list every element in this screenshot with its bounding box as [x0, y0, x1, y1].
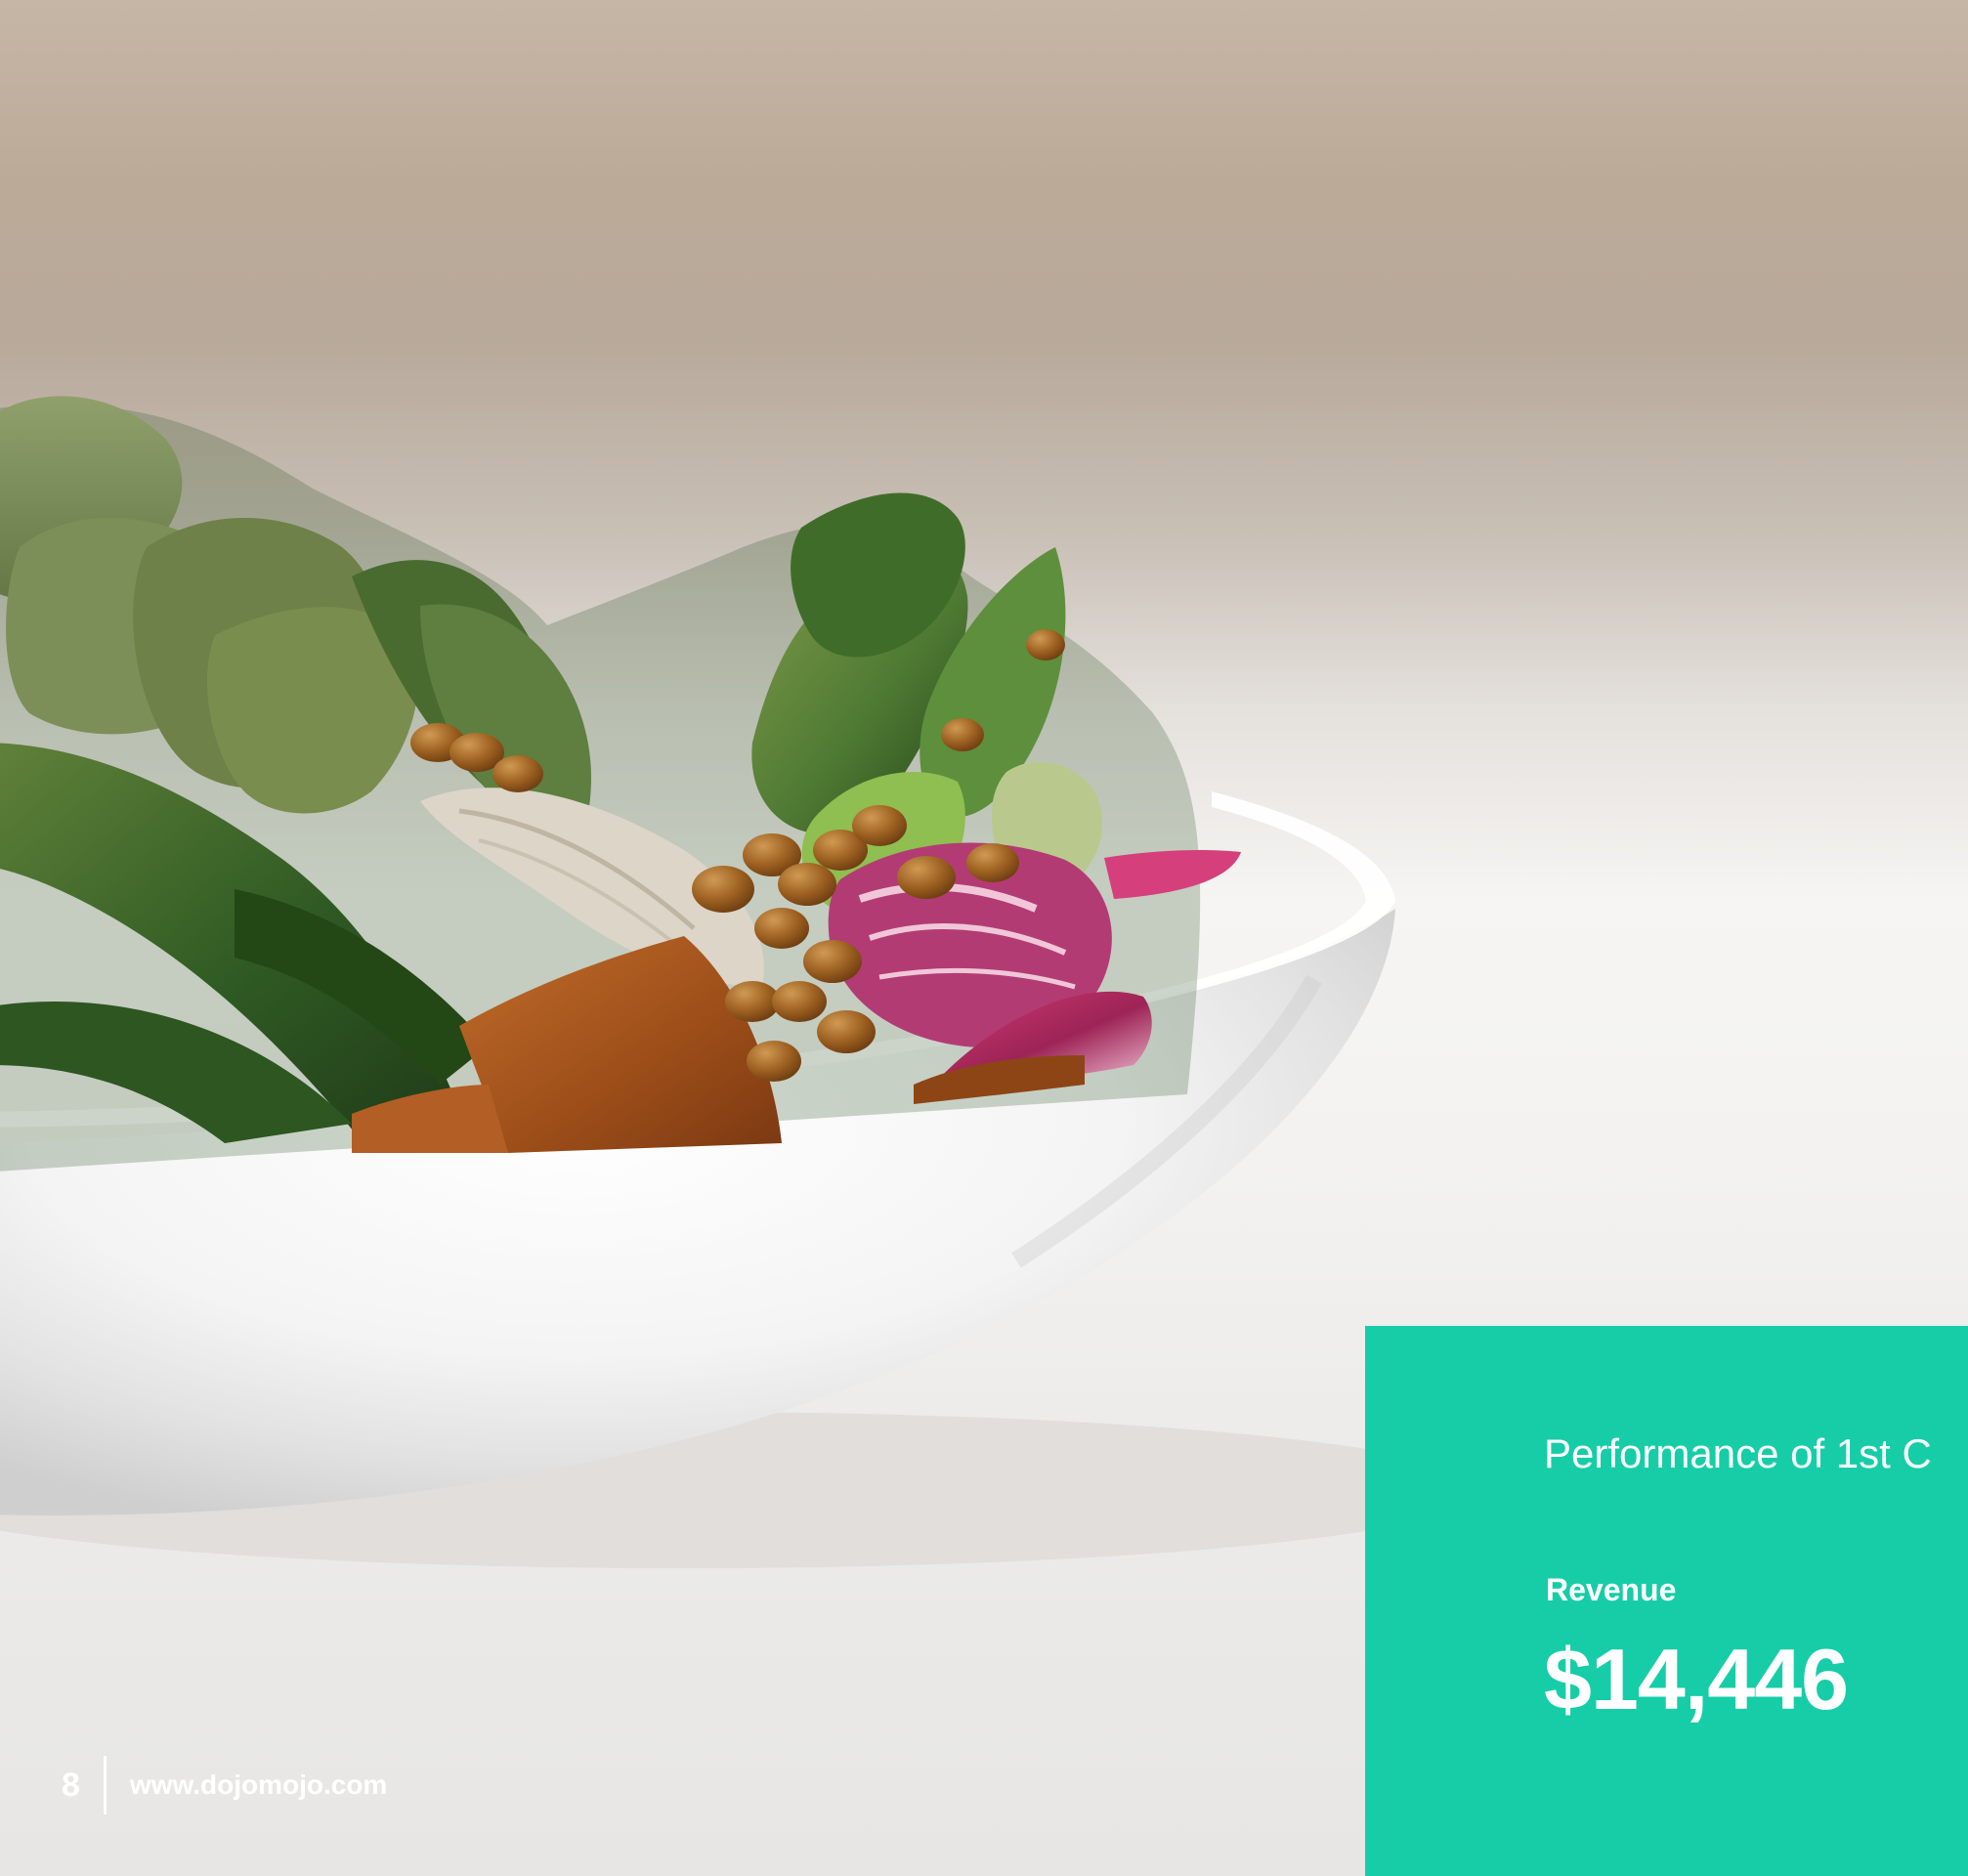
footer-divider: [103, 1756, 107, 1814]
revenue-value: $14,446: [1544, 1631, 1849, 1727]
website-link[interactable]: www.dojomojo.com: [130, 1771, 387, 1799]
document-page: Performance of 1st C Revenue $14,446 8 w…: [0, 0, 1968, 1876]
revenue-label: Revenue: [1546, 1572, 1677, 1607]
page-footer: 8 www.dojomojo.com: [62, 1756, 387, 1814]
performance-panel: Performance of 1st C Revenue $14,446: [1365, 1326, 1968, 1876]
page-number: 8: [62, 1767, 80, 1804]
panel-title: Performance of 1st C: [1544, 1430, 1932, 1476]
